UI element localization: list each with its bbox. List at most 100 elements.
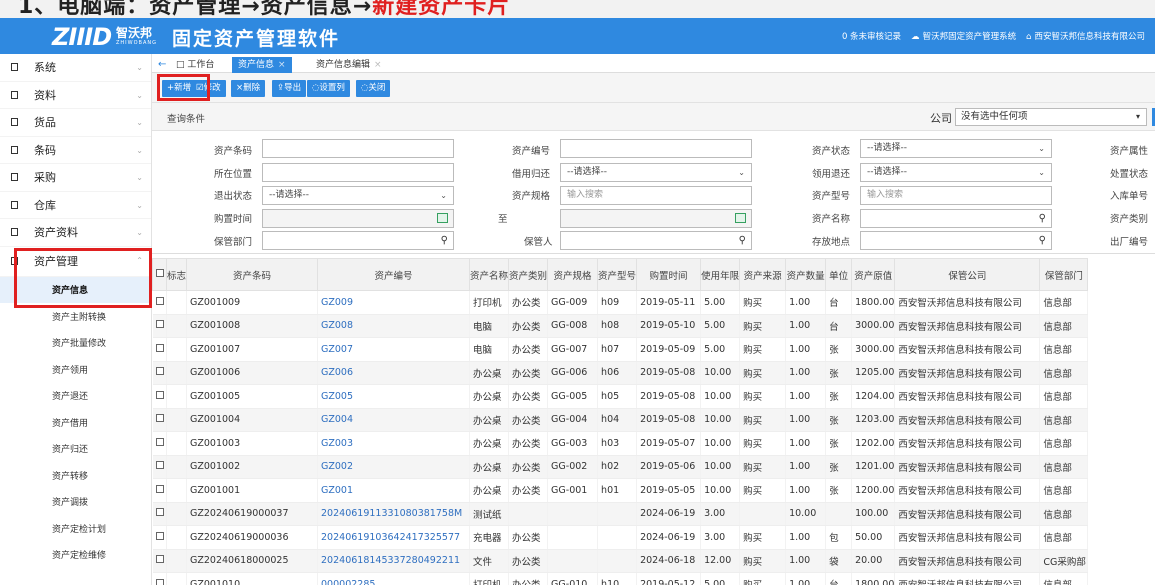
column-header[interactable]: 资产原值 <box>851 258 896 291</box>
table-cell[interactable]: GZ009 <box>317 290 471 315</box>
sidebar-sub-inspection-plan[interactable]: 资产定检计划 <box>0 515 151 542</box>
table-cell[interactable]: 2024061911331080381758M <box>317 502 471 526</box>
table-cell[interactable]: GZ008 <box>317 314 471 338</box>
asset-barcode-field[interactable] <box>262 139 454 158</box>
column-header[interactable]: 保管部门 <box>1039 258 1089 291</box>
table-cell[interactable]: GZ004 <box>317 408 471 432</box>
sidebar-sub-batch-edit[interactable]: 资产批量修改 <box>0 330 151 357</box>
column-header[interactable]: 标志 <box>165 258 188 291</box>
sidebar-sub-asset-use[interactable]: 资产领用 <box>0 356 151 383</box>
sidebar-item-warehouse[interactable]: 仓库 ⌄ <box>0 192 151 219</box>
tab-workbench[interactable]: □ 工作台 <box>170 57 220 73</box>
pending-records-link[interactable]: 0 条未审核记录 <box>842 30 901 42</box>
custodian-dept-field[interactable]: ⚲ <box>262 231 454 250</box>
use-return-select[interactable]: --请选择-- ⌄ <box>860 163 1052 182</box>
table-row[interactable]: GZ001007 GZ007 电脑 办公类 GG-007 h07 2019-05-09 5.0… <box>152 337 1089 362</box>
sidebar-item-asset-data[interactable]: 资产资料 ⌄ <box>0 219 151 247</box>
sidebar-sub-asset-borrow[interactable]: 资产借用 <box>0 409 151 436</box>
column-header[interactable]: 资产名称 <box>469 258 510 291</box>
sidebar-item-data[interactable]: 资料 ⌄ <box>0 82 151 109</box>
table-row[interactable]: GZ001009 GZ009 打印机 办公类 GG-009 h09 2019-05-11 5.… <box>152 290 1089 315</box>
column-header[interactable]: 购置时间 <box>636 258 702 291</box>
row-checkbox[interactable] <box>152 290 167 315</box>
custodian-field[interactable]: ⚲ <box>560 231 752 250</box>
table-cell[interactable]: 20240619103642417325577 <box>317 525 471 550</box>
table-row[interactable]: GZ001010000002285打印机办公类GG-010h102019-05-… <box>152 572 1089 585</box>
tab-asset-info-edit[interactable]: 资产信息编辑 × <box>310 57 388 73</box>
column-header[interactable]: 单位 <box>825 258 853 291</box>
row-checkbox[interactable] <box>152 361 167 385</box>
close-icon[interactable]: × <box>278 60 286 70</box>
select-all-checkbox[interactable] <box>152 258 167 291</box>
table-row[interactable]: GZ20240619000036 20240619103642417325577 充… <box>152 525 1089 550</box>
row-checkbox[interactable] <box>152 455 167 479</box>
table-row[interactable]: GZ001008 GZ008 电脑 办公类 GG-008 h08 2019-05-10 5.0… <box>152 314 1089 338</box>
table-row[interactable]: GZ001005 GZ005 办公桌 办公类 GG-005 h05 2019-05-08 10… <box>152 384 1089 409</box>
table-cell[interactable]: GZ001 <box>317 478 471 503</box>
company-link[interactable]: ⌂ 西安智沃邦信息科技有限公司 <box>1026 30 1145 42</box>
sidebar-item-goods[interactable]: 货品 ⌄ <box>0 109 151 137</box>
table-row[interactable]: GZ001004 GZ004 办公桌 办公类 GG-004 h04 2019-05-08 10… <box>152 408 1089 432</box>
row-checkbox[interactable] <box>152 478 167 503</box>
sidebar-sub-inspection-repair[interactable]: 资产定检维修 <box>0 542 151 569</box>
model-field[interactable]: 输入搜索 <box>860 186 1052 205</box>
row-checkbox[interactable] <box>152 525 167 550</box>
table-cell[interactable]: GZ005 <box>317 384 471 409</box>
column-header[interactable]: 资产条码 <box>186 258 319 291</box>
tab-asset-info[interactable]: 资产信息 × <box>232 57 292 73</box>
location-field[interactable] <box>262 163 454 182</box>
row-checkbox[interactable] <box>152 337 167 362</box>
column-header[interactable]: 资产来源 <box>739 258 787 291</box>
row-checkbox[interactable] <box>152 384 167 409</box>
column-header[interactable]: 使用年限 <box>700 258 741 291</box>
row-checkbox[interactable] <box>152 314 167 338</box>
exit-status-select[interactable]: --请选择-- ⌄ <box>262 186 454 205</box>
sidebar-sub-asset-allocate[interactable]: 资产调拨 <box>0 489 151 516</box>
row-checkbox[interactable] <box>152 502 167 526</box>
asset-no-field[interactable] <box>560 139 752 158</box>
sidebar-item-purchase[interactable]: 采购 ⌄ <box>0 164 151 192</box>
column-header[interactable]: 资产规格 <box>547 258 599 291</box>
table-cell[interactable]: 000002285 <box>317 572 471 585</box>
table-cell[interactable]: GZ006 <box>317 361 471 385</box>
close-icon[interactable]: × <box>374 60 382 70</box>
table-cell[interactable]: GZ007 <box>317 337 471 362</box>
row-checkbox[interactable] <box>152 572 167 585</box>
purchase-time-start-field[interactable] <box>262 209 454 228</box>
close-button[interactable]: ◌关闭 <box>356 80 391 97</box>
set-columns-button[interactable]: ◌设置列 <box>307 80 350 97</box>
sidebar-sub-asset-return[interactable]: 资产退还 <box>0 383 151 410</box>
table-row[interactable]: GZ20240619000037 2024061911331080381758M 测… <box>152 502 1089 526</box>
table-row[interactable]: GZ001006 GZ006 办公桌 办公类 GG-006 h06 2019-05-08 10… <box>152 361 1089 385</box>
back-arrow-icon[interactable]: ← <box>158 57 166 73</box>
calendar-icon[interactable] <box>735 213 746 223</box>
table-row[interactable]: GZ20240618000025 20240618145337280492211 文… <box>152 549 1089 573</box>
table-row[interactable]: GZ001003 GZ003 办公桌 办公类 GG-003 h03 2019-05-07 10… <box>152 431 1089 456</box>
sidebar-sub-asset-transfer[interactable]: 资产转移 <box>0 462 151 489</box>
table-cell[interactable]: 20240618145337280492211 <box>317 549 471 573</box>
table-cell[interactable]: GZ003 <box>317 431 471 456</box>
search-icon[interactable]: ⚲ <box>1039 210 1046 227</box>
calendar-icon[interactable] <box>437 213 448 223</box>
search-icon[interactable]: ⚲ <box>441 232 448 249</box>
sidebar-item-barcode[interactable]: 条码 ⌄ <box>0 137 151 164</box>
system-link[interactable]: ☁ 智沃邦固定资产管理系统 <box>911 30 1016 42</box>
spec-field[interactable]: 输入搜索 <box>560 186 752 205</box>
search-icon[interactable]: ⚲ <box>1039 232 1046 249</box>
delete-button[interactable]: ×删除 <box>231 80 266 97</box>
table-cell[interactable]: GZ002 <box>317 455 471 479</box>
export-button[interactable]: ⇪导出 <box>272 80 307 97</box>
sidebar-sub-asset-giveback[interactable]: 资产归还 <box>0 436 151 463</box>
storage-field[interactable]: ⚲ <box>860 231 1052 250</box>
search-icon[interactable]: ⚲ <box>739 232 746 249</box>
row-checkbox[interactable] <box>152 431 167 456</box>
asset-status-select[interactable]: --请选择-- ⌄ <box>860 139 1052 158</box>
purchase-time-end-field[interactable] <box>560 209 752 228</box>
company-select[interactable]: 没有选中任何项 ▾ <box>955 108 1147 126</box>
column-header[interactable]: 资产数量 <box>785 258 827 291</box>
sidebar-item-system[interactable]: 系统 ⌄ <box>0 54 151 82</box>
asset-name-field[interactable]: ⚲ <box>860 209 1052 228</box>
row-checkbox[interactable] <box>152 408 167 432</box>
table-row[interactable]: GZ001001 GZ001 办公桌 办公类 GG-001 h01 2019-05-05 10… <box>152 478 1089 503</box>
column-header[interactable]: 保管公司 <box>894 258 1041 291</box>
